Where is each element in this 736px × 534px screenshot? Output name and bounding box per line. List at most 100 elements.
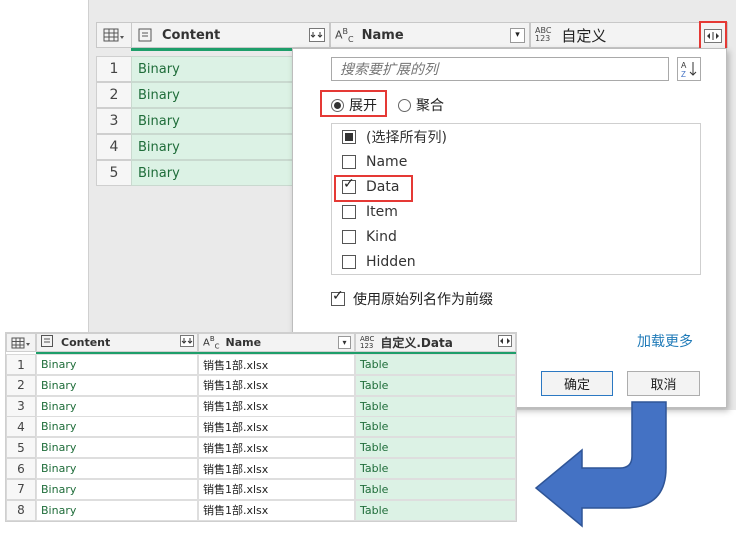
column-option-checkbox[interactable] <box>342 205 356 219</box>
cell-content-binary[interactable]: Binary <box>131 108 295 134</box>
expand-icon <box>704 29 722 43</box>
result-cell-name[interactable]: 销售1部.xlsx <box>198 499 355 521</box>
result-header-custom-data[interactable]: ABC 123 自定义.Data <box>355 333 516 352</box>
result-row-number[interactable]: 2 <box>6 374 36 396</box>
column-option-label: Item <box>366 204 398 220</box>
result-row-number[interactable]: 6 <box>6 458 36 479</box>
result-row-number[interactable]: 1 <box>6 354 36 375</box>
column-option-label: Hidden <box>366 254 416 270</box>
result-cell-name[interactable]: 销售1部.xlsx <box>198 458 355 479</box>
table-icon <box>103 28 124 42</box>
result-table-menu[interactable] <box>6 333 36 352</box>
row-number[interactable]: 4 <box>96 134 132 160</box>
svg-text:A: A <box>681 61 687 70</box>
result-cell-content[interactable]: Binary <box>36 374 198 396</box>
ok-button[interactable]: 确定 <box>541 371 613 396</box>
result-cell-table[interactable]: Table <box>355 478 516 500</box>
result-cell-table[interactable]: Table <box>355 416 516 438</box>
column-option[interactable]: (选择所有列) <box>342 126 447 148</box>
abc-icon: ABC <box>203 334 220 351</box>
list-icon <box>41 335 53 350</box>
result-cell-table[interactable]: Table <box>355 395 516 417</box>
use-prefix-option[interactable]: 使用原始列名作为前缀 <box>331 288 493 309</box>
column-header-content[interactable]: Content <box>131 22 330 48</box>
sort-az-icon: A Z <box>681 61 697 78</box>
result-row-number[interactable]: 8 <box>6 499 36 521</box>
column-option-checkbox[interactable] <box>342 155 356 169</box>
result-cell-name[interactable]: 销售1部.xlsx <box>198 478 355 500</box>
result-cell-name[interactable]: 销售1部.xlsx <box>198 437 355 459</box>
result-table: Content ABC Name ▾ ABC 123 自定义.Data 1 Bina… <box>5 332 517 522</box>
radio-aggregate-dot <box>398 98 411 112</box>
column-label-name: Name <box>361 27 404 43</box>
cell-content-binary[interactable]: Binary <box>131 82 295 108</box>
radio-expand-label: 展开 <box>349 98 377 114</box>
radio-aggregate-label: 聚合 <box>416 98 444 114</box>
result-header-content[interactable]: Content <box>36 333 198 352</box>
result-cell-content[interactable]: Binary <box>36 478 198 500</box>
result-cell-name[interactable]: 销售1部.xlsx <box>198 374 355 396</box>
result-cell-content[interactable]: Binary <box>36 437 198 459</box>
result-row-number[interactable]: 7 <box>6 478 36 500</box>
expand-column-button[interactable] <box>699 21 727 51</box>
data-item-highlight <box>334 175 413 202</box>
dropdown-icon[interactable]: ▾ <box>338 336 351 349</box>
radio-aggregate[interactable]: 聚合 <box>398 95 444 115</box>
result-cell-name[interactable]: 销售1部.xlsx <box>198 416 355 438</box>
result-cell-table[interactable]: Table <box>355 499 516 521</box>
result-cell-table[interactable]: Table <box>355 354 516 375</box>
result-cell-content[interactable]: Binary <box>36 416 198 438</box>
column-option[interactable]: Kind <box>342 226 397 248</box>
sort-az-button[interactable]: A Z <box>677 57 701 81</box>
column-option-checkbox[interactable] <box>342 255 356 269</box>
abc-icon: ABC <box>335 26 354 44</box>
cell-content-binary[interactable]: Binary <box>131 134 295 160</box>
column-option-label: (选择所有列) <box>366 130 447 146</box>
cell-content-binary[interactable]: Binary <box>131 56 295 82</box>
abc123-icon: ABC 123 <box>535 26 552 43</box>
radio-expand-dot <box>331 98 344 112</box>
column-header-name[interactable]: ABC Name ▾ <box>330 22 530 48</box>
column-option-checkbox[interactable] <box>342 230 356 244</box>
result-cell-content[interactable]: Binary <box>36 354 198 375</box>
row-number[interactable]: 1 <box>96 56 132 82</box>
prefix-label: 使用原始列名作为前缀 <box>353 292 493 308</box>
result-label-name: Name <box>225 336 262 349</box>
column-option[interactable]: Name <box>342 151 407 173</box>
curved-arrow-icon <box>534 401 667 528</box>
table-menu-button[interactable] <box>96 22 132 48</box>
result-row-number[interactable]: 5 <box>6 437 36 459</box>
result-row-number[interactable]: 3 <box>6 395 36 417</box>
result-header-name[interactable]: ABC Name ▾ <box>198 333 355 352</box>
result-row-number[interactable]: 4 <box>6 416 36 438</box>
cancel-button[interactable]: 取消 <box>627 371 700 396</box>
result-label-content: Content <box>61 336 111 349</box>
expand-binary-icon[interactable] <box>180 335 194 350</box>
result-cell-table[interactable]: Table <box>355 458 516 479</box>
column-option[interactable]: Hidden <box>342 251 416 273</box>
result-cell-content[interactable]: Binary <box>36 499 198 521</box>
svg-text:Z: Z <box>681 70 686 78</box>
result-cell-name[interactable]: 销售1部.xlsx <box>198 354 355 375</box>
result-cell-content[interactable]: Binary <box>36 395 198 417</box>
row-number[interactable]: 2 <box>96 82 132 108</box>
row-number[interactable]: 3 <box>96 108 132 134</box>
abc123-icon: ABC 123 <box>360 334 375 350</box>
dropdown-icon[interactable]: ▾ <box>510 27 525 43</box>
expand-binary-icon[interactable] <box>309 28 325 42</box>
radio-expand[interactable]: 展开 <box>331 95 377 115</box>
result-cell-name[interactable]: 销售1部.xlsx <box>198 395 355 417</box>
prefix-checkbox[interactable] <box>331 288 345 306</box>
load-more-link[interactable]: 加载更多 <box>637 331 693 351</box>
column-option-checkbox[interactable] <box>342 130 356 144</box>
search-columns-input[interactable] <box>331 57 669 81</box>
result-cell-table[interactable]: Table <box>355 437 516 459</box>
column-option[interactable]: Item <box>342 201 398 223</box>
cell-content-binary[interactable]: Binary <box>131 160 295 186</box>
row-number[interactable]: 5 <box>96 160 132 186</box>
result-cell-table[interactable]: Table <box>355 374 516 396</box>
result-cell-content[interactable]: Binary <box>36 458 198 479</box>
expand-icon[interactable] <box>498 335 512 350</box>
column-option-label: Kind <box>366 229 397 245</box>
column-label-content: Content <box>162 27 221 43</box>
